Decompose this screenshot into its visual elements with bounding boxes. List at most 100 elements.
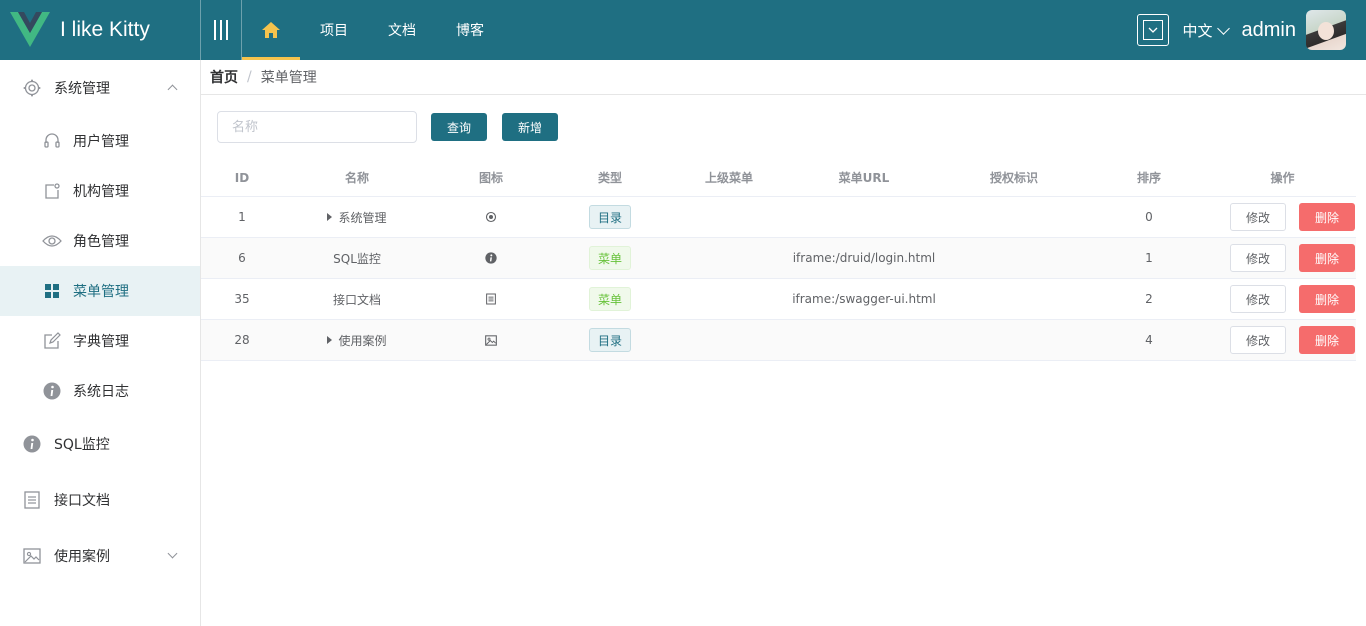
cell-parent — [669, 320, 789, 360]
column-header: 排序 — [1136, 171, 1161, 185]
add-button[interactable]: 新增 — [502, 113, 558, 141]
avatar-face — [1318, 22, 1334, 40]
sidebar-item-api-docs[interactable]: 接口文档 — [0, 472, 200, 528]
cell-ops: 修改 删除 — [1209, 238, 1356, 278]
picture-icon — [22, 546, 42, 566]
table-header: ID 名称 图标 类型 上级菜单 菜单URL 授权标识 排序 操作 — [201, 159, 1356, 197]
cell-type: 目录 — [551, 197, 669, 237]
gear-icon — [22, 78, 42, 98]
hamburger-icon-bar — [220, 20, 222, 40]
cell-ops: 修改 删除 — [1209, 279, 1356, 319]
table-row: 28 使用案例 目录 4 修改 删除 — [201, 320, 1356, 361]
edit-button[interactable]: 修改 — [1230, 244, 1286, 272]
breadcrumb-home[interactable]: 首页 — [210, 67, 238, 87]
type-tag: 菜单 — [588, 246, 631, 270]
column-header: 操作 — [1270, 171, 1295, 185]
info-icon — [42, 381, 62, 401]
cell-type: 菜单 — [551, 238, 669, 278]
picture-icon — [431, 320, 551, 360]
nav-docs[interactable]: 文档 — [368, 0, 436, 60]
cell-order: 1 — [1145, 251, 1153, 265]
delete-button[interactable]: 删除 — [1299, 326, 1355, 354]
language-label: 中文 — [1182, 21, 1213, 40]
query-button[interactable]: 查询 — [431, 113, 487, 141]
column-header: 类型 — [597, 171, 622, 185]
hamburger-icon — [214, 20, 216, 40]
delete-button[interactable]: 删除 — [1299, 244, 1355, 272]
breadcrumb-separator: / — [247, 69, 252, 85]
nav-projects[interactable]: 项目 — [300, 0, 368, 60]
sidebar-item-label: 使用案例 — [54, 549, 110, 565]
edit-button[interactable]: 修改 — [1230, 285, 1286, 313]
cell-ops: 修改 删除 — [1209, 197, 1356, 237]
cell-name-text: 系统管理 — [338, 210, 387, 225]
info-icon — [431, 238, 551, 278]
type-tag: 目录 — [588, 328, 631, 352]
cell-name: 系统管理 — [283, 197, 431, 237]
cell-id: 6 — [238, 251, 246, 265]
delete-button[interactable]: 删除 — [1299, 285, 1355, 313]
vue-logo-icon — [10, 12, 50, 47]
app-title: I like Kitty — [60, 18, 150, 41]
top-header: I like Kitty 项目 文档 博客 中文 admin — [0, 0, 1366, 60]
nav-home[interactable] — [242, 0, 300, 60]
avatar[interactable] — [1306, 10, 1346, 50]
edit-button[interactable]: 修改 — [1230, 203, 1286, 231]
cell-type: 目录 — [551, 320, 669, 360]
cell-id: 35 — [234, 292, 250, 306]
chevron-down-icon — [167, 548, 178, 559]
sidebar-item-label: 接口文档 — [54, 493, 110, 509]
expand-caret-icon[interactable] — [327, 336, 333, 344]
cell-url: iframe:/swagger-ui.html — [792, 292, 936, 306]
dropdown-square-icon — [1142, 20, 1163, 40]
sidebar-item-menus[interactable]: 菜单管理 — [0, 266, 200, 316]
sidebar-item-users[interactable]: 用户管理 — [0, 116, 200, 166]
language-selector[interactable]: 中文 — [1182, 20, 1230, 41]
sidebar-item-label: SQL监控 — [54, 437, 110, 453]
sidebar-item-label: 系统管理 — [54, 81, 110, 97]
cell-order: 0 — [1145, 210, 1153, 224]
cell-perm — [939, 238, 1089, 278]
cell-order: 4 — [1145, 333, 1153, 347]
edit-button[interactable]: 修改 — [1230, 326, 1286, 354]
column-header: 名称 — [344, 171, 369, 185]
sidebar-item-examples[interactable]: 使用案例 — [0, 528, 200, 584]
fullscreen-button[interactable] — [1136, 14, 1169, 46]
sidebar-item-organization[interactable]: 机构管理 — [0, 166, 200, 216]
sidebar-item-roles[interactable]: 角色管理 — [0, 216, 200, 266]
column-header: 上级菜单 — [704, 171, 753, 185]
info-icon — [22, 434, 42, 454]
eye-icon — [42, 231, 62, 251]
delete-button[interactable]: 删除 — [1299, 203, 1355, 231]
sidebar-item-system[interactable]: 系统管理 — [0, 60, 200, 116]
document-icon — [22, 490, 42, 510]
cell-url — [789, 197, 939, 237]
username[interactable]: admin — [1242, 19, 1296, 42]
edit-icon — [42, 331, 62, 351]
sidebar-collapse-button[interactable] — [200, 0, 242, 60]
menu-table: ID 名称 图标 类型 上级菜单 菜单URL 授权标识 排序 操作 1 系统管理… — [201, 159, 1356, 361]
expand-caret-icon[interactable] — [327, 213, 333, 221]
sidebar-item-label: 用户管理 — [73, 134, 129, 150]
breadcrumb-current: 菜单管理 — [260, 70, 317, 86]
sidebar-item-sql[interactable]: SQL监控 — [0, 416, 200, 472]
cell-name-text: SQL监控 — [333, 251, 381, 266]
column-header: 授权标识 — [989, 171, 1038, 185]
cell-perm — [939, 320, 1089, 360]
sidebar-item-label: 角色管理 — [73, 234, 129, 250]
sidebar-item-dictionary[interactable]: 字典管理 — [0, 316, 200, 366]
home-icon — [262, 22, 280, 38]
gear-icon — [431, 197, 551, 237]
sidebar-item-logs[interactable]: 系统日志 — [0, 366, 200, 416]
column-header: 图标 — [478, 171, 503, 185]
cell-url: iframe:/druid/login.html — [792, 251, 936, 265]
cell-name: SQL监控 — [283, 238, 431, 278]
organization-icon — [42, 181, 62, 201]
nav-blog[interactable]: 博客 — [436, 0, 504, 60]
table-row: 6 SQL监控 菜单 iframe:/druid/login.html 1 修改… — [201, 238, 1356, 279]
chevron-down-icon — [1216, 21, 1230, 35]
cell-url — [789, 320, 939, 360]
sidebar-item-label: 菜单管理 — [73, 284, 129, 300]
name-search-input[interactable] — [217, 111, 417, 143]
document-icon — [431, 279, 551, 319]
